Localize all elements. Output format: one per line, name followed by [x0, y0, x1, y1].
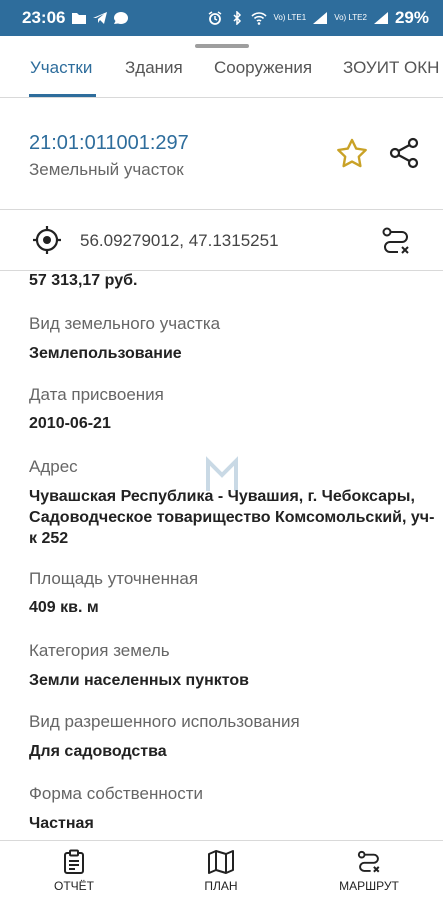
field-value: 2010-06-21 [29, 415, 111, 432]
coordinates-row: 56.09279012, 47.1315251 [0, 211, 443, 271]
object-header: 21:01:011001:297 Земельный участок [0, 99, 443, 210]
watermark-logo-icon [206, 456, 238, 491]
nav-plan[interactable]: ПЛАН [176, 849, 266, 893]
bottom-navigation: ОТЧЁТ ПЛАН МАРШРУТ [0, 840, 443, 900]
field-label: Площадь уточненная [29, 569, 199, 588]
drag-handle[interactable] [195, 44, 249, 48]
notification-icons [71, 11, 129, 25]
bluetooth-icon [233, 11, 242, 25]
alarm-icon [209, 11, 222, 25]
signal-icon [313, 12, 328, 24]
field-label: Категория земель [29, 641, 170, 660]
field-label: Форма собственности [29, 784, 203, 803]
wifi-icon [251, 12, 268, 25]
field-label: Вид земельного участка [29, 314, 221, 333]
nav-plan-label: ПЛАН [204, 879, 238, 893]
tab-structures[interactable]: Сооружения [214, 58, 312, 78]
tab-zouit-okn[interactable]: ЗОУИТ ОКН [343, 58, 439, 78]
field-label: Дата присвоения [29, 385, 164, 404]
nav-route-label: МАРШРУТ [339, 879, 399, 893]
status-bar: 23:06 Vo) LTE1 Vo) LTE2 29% [0, 0, 443, 36]
nav-route[interactable]: МАРШРУТ [324, 849, 414, 893]
system-icons: Vo) LTE1 Vo) LTE2 29% [207, 8, 429, 28]
tab-buildings[interactable]: Здания [125, 58, 183, 78]
field-label: Адрес [29, 457, 78, 476]
sim2-label: Vo) LTE2 [334, 13, 367, 22]
map-icon [208, 850, 234, 874]
cadastral-number[interactable]: 21:01:011001:297 [29, 132, 189, 155]
messenger-icon [114, 12, 129, 24]
object-type-tabs: Участки Здания Сооружения ЗОУИТ ОКН [0, 36, 443, 98]
favorite-star-icon[interactable] [335, 137, 369, 169]
object-type: Земельный участок [29, 160, 184, 179]
crosshair-location-icon[interactable] [32, 225, 62, 255]
coordinates-text[interactable]: 56.09279012, 47.1315251 [80, 231, 279, 251]
route-icon[interactable] [380, 225, 412, 257]
nav-report[interactable]: ОТЧЁТ [29, 849, 119, 893]
battery-percent: 29% [394, 8, 429, 27]
status-time: 23:06 [22, 8, 66, 27]
field-label: Вид разрешенного использования [29, 712, 300, 731]
tab-plots[interactable]: Участки [30, 58, 92, 78]
telegram-icon [93, 12, 108, 24]
signal-icon [373, 12, 388, 24]
nav-report-label: ОТЧЁТ [53, 879, 94, 893]
report-icon [64, 849, 84, 874]
field-value: Частная [29, 815, 94, 832]
cadastral-value: 57 313,17 руб. [29, 272, 138, 289]
details-list[interactable]: 57 313,17 руб. Вид земельного участка Зе… [0, 272, 443, 840]
folder-icon [72, 13, 87, 24]
field-value: Для садоводства [29, 743, 167, 760]
field-value: Землепользование [29, 345, 182, 362]
sim1-label: Vo) LTE1 [273, 13, 307, 22]
active-tab-indicator [29, 94, 96, 97]
address-value: Чувашская Республика - Чувашия, г. Чебок… [29, 488, 435, 547]
field-value: Земли населенных пунктов [29, 672, 250, 689]
share-icon[interactable] [389, 137, 421, 169]
field-value: 409 кв. м [29, 599, 99, 616]
route-icon [357, 850, 380, 873]
